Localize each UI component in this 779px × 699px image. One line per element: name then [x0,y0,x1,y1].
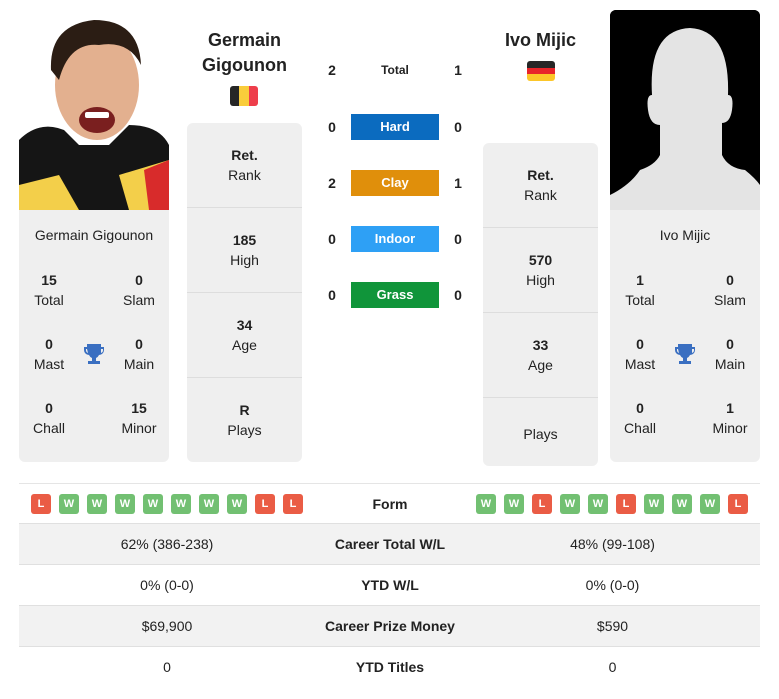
player1-titles-main: 0 Main [123,336,155,372]
player1-titles-total: 15 Total [34,272,64,308]
player1-name[interactable]: Germain Gigounon [187,28,302,78]
surface-grass-badge[interactable]: Grass [351,282,439,308]
table-row: 0% (0-0) YTD W/L 0% (0-0) [19,564,760,606]
player2-stats: Ret. Rank 570 High 33 Age Plays [483,143,598,466]
form-win-badge[interactable]: W [87,494,107,514]
h2h-indoor: 0 Indoor 0 [320,226,470,252]
form-win-badge[interactable]: W [115,494,135,514]
player2-age: 33 Age [483,313,598,398]
form-loss-badge[interactable]: L [31,494,51,514]
table-row: 0 YTD Titles 0 [19,646,760,688]
table-row: $69,900 Career Prize Money $590 [19,605,760,647]
player2-name[interactable]: Ivo Mijic [483,28,598,53]
h2h-grass: 0 Grass 0 [320,282,470,308]
player2-titles-minor: 1 Minor [712,400,748,436]
form-win-badge[interactable]: W [476,494,496,514]
player1-form: LWWWWWWWLL [31,494,311,514]
form-loss-badge[interactable]: L [255,494,275,514]
player2-titles-mast: 0 Mast [624,336,656,372]
player2-form: WWLWWLWWWL [476,494,756,514]
form-win-badge[interactable]: W [504,494,524,514]
player1-stats: Ret. Rank 185 High 34 Age R Plays [187,123,302,462]
form-win-badge[interactable]: W [143,494,163,514]
form-loss-badge[interactable]: L [616,494,636,514]
player2-rank: Ret. Rank [483,143,598,228]
player1-titles-chall: 0 Chall [33,400,65,436]
form-win-badge[interactable]: W [171,494,191,514]
form-loss-badge[interactable]: L [532,494,552,514]
player2-titles-chall: 0 Chall [624,400,656,436]
surface-clay-badge[interactable]: Clay [351,170,439,196]
form-win-badge[interactable]: W [644,494,664,514]
player1-high: 185 High [187,208,302,293]
player1-photo [19,10,169,210]
player2-photo [610,10,760,210]
player1-info-card: Germain Gigounon 15 Total 0 Slam 0 Mast 0 Ma… [19,210,169,462]
belgium-flag-icon [230,86,258,106]
h2h-hard: 0 Hard 0 [320,114,470,140]
player2-info-card: Ivo Mijic 1 Total 0 Slam 0 Mast 0 Main 0 Chal… [610,210,760,462]
form-label: Form [372,496,408,512]
h2h-total: 2 Total 1 [328,62,462,78]
surface-hard-badge[interactable]: Hard [351,114,439,140]
form-row: LWWWWWWWLL Form WWLWWLWWWL [19,483,760,524]
form-loss-badge[interactable]: L [728,494,748,514]
player1-titles-mast: 0 Mast [33,336,65,372]
trophy-icon [82,342,106,366]
player2-titles-slam: 0 Slam [714,272,746,308]
player2-full-name: Ivo Mijic [659,227,711,243]
form-win-badge[interactable]: W [199,494,219,514]
h2h-clay: 2 Clay 1 [320,170,470,196]
player2-plays: Plays [523,426,558,442]
player1-rank: Ret. Rank [187,123,302,208]
player2-titles-main: 0 Main [714,336,746,372]
player1-titles-slam: 0 Slam [123,272,155,308]
table-row: 62% (386-238) Career Total W/L 48% (99-108… [19,523,760,565]
player1-age: 34 Age [187,293,302,378]
germany-flag-icon [527,61,555,81]
form-loss-badge[interactable]: L [283,494,303,514]
trophy-icon [673,342,697,366]
player1-plays: R Plays [227,402,262,438]
player1-full-name: Germain Gigounon [34,227,154,243]
form-win-badge[interactable]: W [672,494,692,514]
player2-high: 570 High [483,228,598,313]
form-win-badge[interactable]: W [588,494,608,514]
player1-titles-minor: 15 Minor [121,400,157,436]
form-win-badge[interactable]: W [59,494,79,514]
player2-titles-total: 1 Total [625,272,655,308]
form-win-badge[interactable]: W [227,494,247,514]
form-win-badge[interactable]: W [700,494,720,514]
form-win-badge[interactable]: W [560,494,580,514]
surface-indoor-badge[interactable]: Indoor [351,226,439,252]
